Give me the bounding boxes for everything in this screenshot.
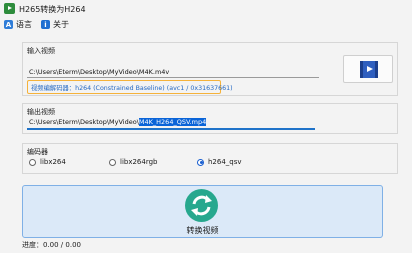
- video-file-icon: [360, 61, 378, 78]
- output-video-group: 输出视频 C:\Users\Eterm\Desktop\MyVideo\M4K_…: [22, 103, 398, 134]
- radio-libx264rgb[interactable]: libx264rgb: [109, 158, 157, 166]
- encoder-group-label: 编码器: [27, 148, 48, 156]
- progress-text: 进度：0.00 / 0.00: [22, 241, 81, 249]
- radio-dot: [109, 158, 116, 166]
- app-icon: [4, 3, 15, 14]
- menu-item-language[interactable]: A 语言: [4, 18, 32, 31]
- menu-about-label: 关于: [53, 20, 69, 29]
- radio-dot-selected: [197, 158, 204, 166]
- output-group-label: 输出视频: [27, 108, 55, 116]
- decoder-info-box: 视频编解码器：h264 (Constrained Baseline) (avc1…: [27, 80, 233, 94]
- radio-libx264[interactable]: libx264: [29, 158, 66, 166]
- output-path-selected: M4K_H264_QSV.mp4: [138, 118, 207, 126]
- open-video-button[interactable]: [343, 55, 393, 83]
- input-group-label: 输入视频: [27, 47, 55, 55]
- convert-video-button[interactable]: 转换视频: [22, 185, 383, 238]
- convert-refresh-icon: [185, 189, 218, 222]
- window-title: H265转换为H264: [19, 5, 86, 14]
- radio-label: h264_qsv: [208, 158, 242, 166]
- language-icon: A: [4, 20, 13, 29]
- title-bar: H265转换为H264: [0, 0, 412, 17]
- decoder-info-text: 视频编解码器：h264 (Constrained Baseline) (avc1…: [31, 85, 233, 92]
- encoder-group: 编码器 libx264 libx264rgb h264_qsv: [22, 143, 398, 174]
- input-path-underline: [27, 77, 319, 78]
- info-icon: i: [41, 20, 50, 29]
- menu-language-label: 语言: [16, 20, 32, 29]
- menu-bar: A 语言 i 关于: [0, 17, 412, 33]
- input-path-field[interactable]: C:\Users\Eterm\Desktop\MyVideo\M4K.m4v: [29, 68, 169, 76]
- input-video-group: 输入视频 C:\Users\Eterm\Desktop\MyVideo\M4K.…: [22, 42, 398, 96]
- radio-h264-qsv[interactable]: h264_qsv: [197, 158, 242, 166]
- radio-dot: [29, 158, 36, 166]
- output-path-field[interactable]: C:\Users\Eterm\Desktop\MyVideo\M4K_H264_…: [29, 118, 207, 126]
- menu-item-about[interactable]: i 关于: [41, 18, 69, 31]
- radio-label: libx264rgb: [120, 158, 158, 166]
- output-path-prefix: C:\Users\Eterm\Desktop\MyVideo\: [29, 118, 139, 126]
- output-path-underline: [27, 128, 315, 130]
- convert-button-label: 转换视频: [186, 226, 219, 235]
- radio-label: libx264: [40, 158, 66, 166]
